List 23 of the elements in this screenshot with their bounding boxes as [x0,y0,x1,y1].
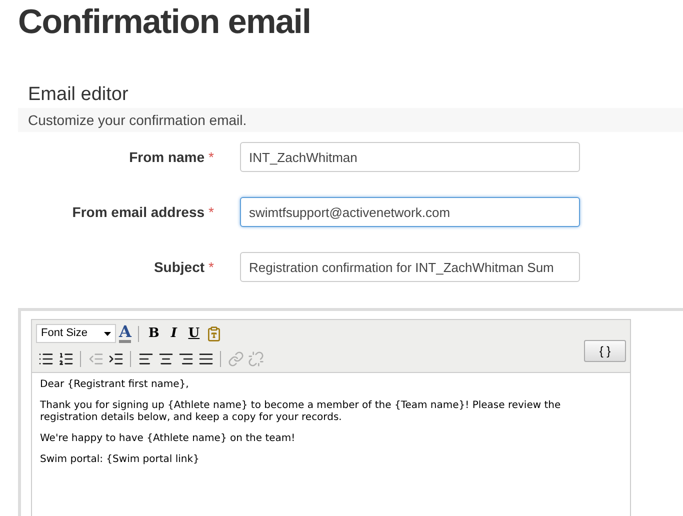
section-heading: Email editor [27,83,130,107]
bold-button[interactable]: B [144,324,164,343]
email-paragraph: Thank you for signing up {Athlete name} to become a member of the {Team name}! Please review the registration details below, and keep a copy for your records. [40,400,562,424]
required-mark: * [208,258,214,276]
field-label: From name [129,148,205,166]
email-paragraph: Dear {Registrant first name}, [40,379,190,391]
text-field[interactable]: Registration confirmation for INT_ZachWhitman Sum [240,252,580,282]
placeholder-button[interactable]: { } [584,340,626,362]
field-label: Subject [154,258,205,277]
field-label: From email address [72,202,205,222]
email-paragraph: Swim portal: {Swim portal link} [40,454,200,466]
font-size-select[interactable]: Font Size [36,324,116,343]
underline-button[interactable]: U [184,324,204,343]
font-color-button[interactable]: A [117,324,134,343]
dropdown-arrow-icon [104,332,111,336]
italic-button[interactable]: I [164,324,184,343]
page-title: Confirmation email [17,2,312,43]
section-description: Customize your confirmation email. [28,110,247,130]
required-mark: * [208,202,214,222]
text-field[interactable]: swimtfsupport@activenetwork.com [240,197,580,227]
required-mark: * [208,148,214,166]
text-field[interactable]: INT_ZachWhitman [240,142,580,172]
email-paragraph: We're happy to have {Athlete name} on the team! [40,433,296,445]
